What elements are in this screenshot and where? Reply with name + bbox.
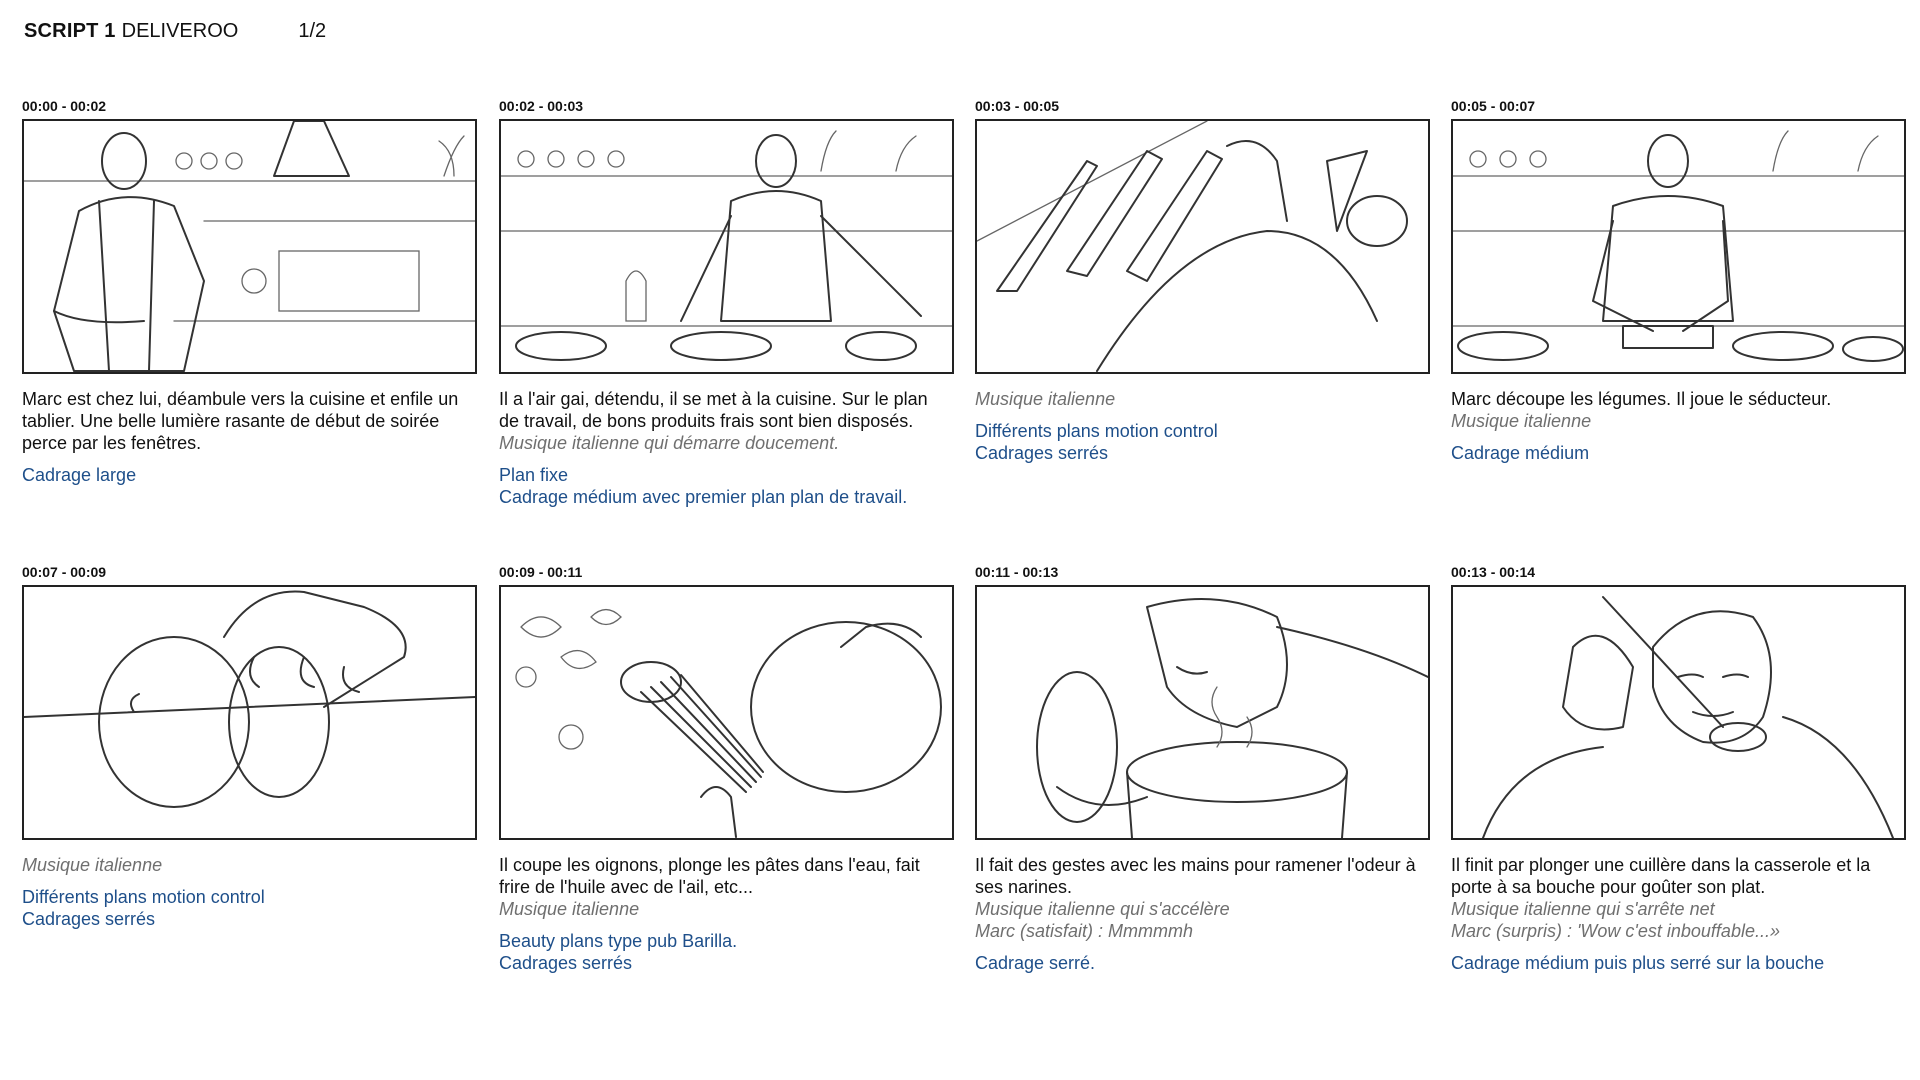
brand-name: DELIVEROO <box>121 20 239 42</box>
action-text: Il finit par plonger une cuillère dans l… <box>1451 854 1906 898</box>
action-text: Il fait des gestes avec les mains pour r… <box>975 854 1430 898</box>
action-line: tablier. Une belle lumière rasante de dé… <box>22 411 440 431</box>
music-line: Musique italienne <box>499 899 640 919</box>
sketch-knives-closeup <box>977 121 1408 372</box>
framing-line: Cadrage médium avec premier plan plan de… <box>499 487 908 507</box>
music-note: Musique italienne qui s'accélère Marc (s… <box>975 898 1430 942</box>
music-note: Musique italienne <box>499 898 954 920</box>
action-line: Marc est chez lui, déambule vers la cuis… <box>22 389 459 409</box>
framing-line: Cadrage médium <box>1451 443 1590 463</box>
timecode: 00:09 - 00:11 <box>499 564 583 580</box>
storyboard-panel-5: 00:07 - 00:09 Musique italienne Différen… <box>22 563 477 930</box>
framing-line: Cadrages serrés <box>975 443 1109 463</box>
timecode: 00:03 - 00:05 <box>975 98 1060 114</box>
action-line: Marc découpe les légumes. Il joue le séd… <box>1451 389 1832 409</box>
music-line: Musique italienne qui s'accélère <box>975 899 1230 919</box>
music-note: Musique italienne <box>1451 410 1906 432</box>
action-text: Marc est chez lui, déambule vers la cuis… <box>22 388 477 454</box>
action-line: Il coupe les oignons, plonge les pâtes d… <box>499 855 920 875</box>
sketch-frame <box>499 119 954 374</box>
framing-note: Plan fixe Cadrage médium avec premier pl… <box>499 464 954 508</box>
action-line: Il finit par plonger une cuillère dans l… <box>1451 855 1871 875</box>
music-line: Musique italienne <box>22 855 163 875</box>
music-note: Musique italienne <box>22 854 477 876</box>
storyboard-panel-3: 00:03 - 00:05 Musique italienne Différen… <box>975 97 1430 464</box>
sketch-man-smelling-pot <box>1036 598 1428 838</box>
timecode: 00:11 - 00:13 <box>975 564 1059 580</box>
timecode: 00:05 - 00:07 <box>1451 98 1536 114</box>
music-note: Musique italienne qui démarre doucement. <box>499 432 954 454</box>
sketch-frame <box>975 585 1430 840</box>
sketch-frame <box>22 585 477 840</box>
action-line: Il fait des gestes avec les mains pour r… <box>975 855 1416 875</box>
timecode: 00:00 - 00:02 <box>22 98 107 114</box>
framing-line: Beauty plans type pub Barilla. <box>499 931 738 951</box>
document-header: SCRIPT 1 DELIVEROO 1/2 <box>24 20 326 43</box>
sketch-frame <box>499 585 954 840</box>
sketch-frame <box>1451 585 1906 840</box>
action-line: frire de l'huile avec de l'ail, etc... <box>499 877 753 897</box>
storyboard-panel-8: 00:13 - 00:14 Il finit par plonger une c… <box>1451 563 1906 974</box>
framing-line: Différents plans motion control <box>22 887 265 907</box>
music-line: Marc (surpris) : 'Wow c'est inbouffable.… <box>1451 921 1780 941</box>
music-note: Musique italienne <box>975 388 1430 410</box>
storyboard-panel-2: 00:02 - 00:03 Il a l'air gai, détendu, i… <box>499 97 954 508</box>
storyboard-panel-1: 00:00 - 00:02 Marc est chez lui, déambul… <box>22 97 477 486</box>
framing-line: Cadrage large <box>22 465 137 485</box>
framing-line: Cadrages serrés <box>499 953 633 973</box>
sketch-man-tasting-spoon <box>1482 596 1894 838</box>
timecode: 00:13 - 00:14 <box>1451 564 1536 580</box>
music-note: Musique italienne qui s'arrête net Marc … <box>1451 898 1906 942</box>
framing-line: Cadrage serré. <box>975 953 1096 973</box>
timecode: 00:07 - 00:09 <box>22 564 107 580</box>
sketch-man-entering-kitchen <box>24 121 475 372</box>
framing-line: Différents plans motion control <box>975 421 1218 441</box>
action-line: Il a l'air gai, détendu, il se met à la … <box>499 389 928 409</box>
framing-note: Cadrage médium <box>1451 442 1906 464</box>
action-line: perce par les fenêtres. <box>22 433 202 453</box>
storyboard-panel-7: 00:11 - 00:13 Il fait des gestes avec le… <box>975 563 1430 974</box>
storyboard-panel-4: 00:05 - 00:07 Marc découpe les légumes. … <box>1451 97 1906 464</box>
action-line: de travail, de bons produits frais sont … <box>499 411 914 431</box>
framing-line: Cadrages serrés <box>22 909 156 929</box>
action-line: ses narines. <box>975 877 1073 897</box>
framing-note: Beauty plans type pub Barilla. Cadrages … <box>499 930 954 974</box>
music-line: Musique italienne <box>1451 411 1592 431</box>
page-number: 1/2 <box>298 20 327 42</box>
script-title: SCRIPT 1 <box>24 20 116 42</box>
action-line: porte à sa bouche pour goûter son plat. <box>1451 877 1766 897</box>
sketch-frame <box>22 119 477 374</box>
sketch-pasta-and-lid <box>515 608 942 838</box>
action-text: Marc découpe les légumes. Il joue le séd… <box>1451 388 1906 410</box>
action-text: Il coupe les oignons, plonge les pâtes d… <box>499 854 954 898</box>
sketch-man-at-counter <box>501 130 952 361</box>
sketch-frame <box>1451 119 1906 374</box>
sketch-man-cutting-vegetables <box>1453 130 1904 362</box>
framing-note: Différents plans motion control Cadrages… <box>975 420 1430 464</box>
framing-note: Cadrage serré. <box>975 952 1430 974</box>
framing-note: Cadrage médium puis plus serré sur la bo… <box>1451 952 1906 974</box>
storyboard-panel-6: 00:09 - 00:11 Il coupe les oignons, plon… <box>499 563 954 974</box>
framing-note: Différents plans motion control Cadrages… <box>22 886 477 930</box>
music-line: Musique italienne qui démarre doucement. <box>499 433 840 453</box>
music-line: Musique italienne <box>975 389 1116 409</box>
music-line: Musique italienne qui s'arrête net <box>1451 899 1715 919</box>
music-line: Marc (satisfait) : Mmmmmh <box>975 921 1193 941</box>
sketch-tomato-closeup <box>24 590 475 808</box>
sketch-frame <box>975 119 1430 374</box>
framing-line: Plan fixe <box>499 465 569 485</box>
framing-line: Cadrage médium puis plus serré sur la bo… <box>1451 953 1825 973</box>
framing-note: Cadrage large <box>22 464 477 486</box>
timecode: 00:02 - 00:03 <box>499 98 584 114</box>
action-text: Il a l'air gai, détendu, il se met à la … <box>499 388 954 432</box>
